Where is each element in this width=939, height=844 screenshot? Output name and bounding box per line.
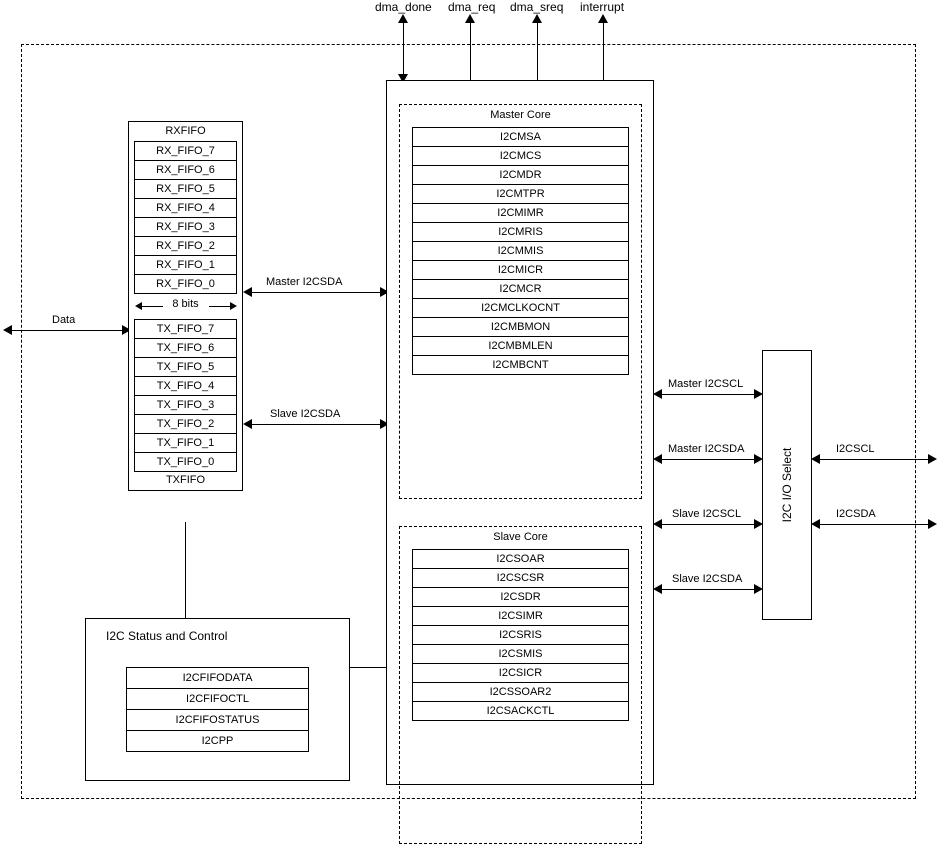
reg-i2cpp: I2CPP xyxy=(126,730,309,752)
rx-fifo-5: RX_FIFO_5 xyxy=(134,179,237,199)
label-dma-sreq: dma_sreq xyxy=(510,0,563,14)
line-master-i2cscl xyxy=(660,394,756,395)
ah-m-sda-r xyxy=(754,454,763,464)
reg-i2cmtpr: I2CMTPR xyxy=(412,184,629,204)
label-master-i2cscl: Master I2CSCL xyxy=(668,378,743,390)
master-core-title: Master Core xyxy=(400,105,641,127)
arrow-dma-sreq xyxy=(532,14,542,23)
reg-i2cmdr: I2CMDR xyxy=(412,165,629,185)
tx-fifo-6: TX_FIFO_6 xyxy=(134,338,237,358)
ah-m-scl-l xyxy=(653,389,662,399)
io-select-block: I2C I/O Select xyxy=(762,350,812,620)
status-title: I2C Status and Control xyxy=(86,619,349,643)
label-interrupt: interrupt xyxy=(580,0,624,14)
core-block: Master Core I2CMSA I2CMCS I2CMDR I2CMTPR… xyxy=(386,80,654,785)
reg-i2cmbmon: I2CMBMON xyxy=(412,317,629,337)
slave-core: Slave Core I2CSOAR I2CSCSR I2CSDR I2CSIM… xyxy=(399,526,642,844)
slave-core-title: Slave Core xyxy=(400,527,641,549)
reg-i2cscsr: I2CSCSR xyxy=(412,568,629,588)
tx-fifo-7: TX_FIFO_7 xyxy=(134,319,237,339)
arrow-dma-req xyxy=(465,14,475,23)
io-select-title: I2C I/O Select xyxy=(780,448,794,523)
fifo-bits-label: 8 bits xyxy=(129,293,242,319)
fifo-block: RXFIFO RX_FIFO_7 RX_FIFO_6 RX_FIFO_5 RX_… xyxy=(128,121,243,491)
arrow-interrupt xyxy=(598,14,608,23)
tx-fifo-0: TX_FIFO_0 xyxy=(134,452,237,472)
reg-i2cmbmlen: I2CMBMLEN xyxy=(412,336,629,356)
ah-s-scl-l xyxy=(653,519,662,529)
label-dma-done: dma_done xyxy=(375,0,432,14)
reg-i2cmimr: I2CMIMR xyxy=(412,203,629,223)
line-master-i2csda-io xyxy=(660,459,756,460)
i2c-block-diagram: dma_done dma_req dma_sreq interrupt Data… xyxy=(0,0,939,824)
arrow-dma-done xyxy=(398,14,408,23)
line-master-i2csda-fifo xyxy=(250,292,386,293)
rx-fifo-0: RX_FIFO_0 xyxy=(134,274,237,294)
reg-i2cmcs: I2CMCS xyxy=(412,146,629,166)
line-slave-i2csda-io xyxy=(660,589,756,590)
reg-i2csackctl: I2CSACKCTL xyxy=(412,701,629,721)
ah-s-scl-r xyxy=(754,519,763,529)
line-status-core xyxy=(350,667,386,668)
master-core: Master Core I2CMSA I2CMCS I2CMDR I2CMTPR… xyxy=(399,104,642,499)
reg-i2cfifostatus: I2CFIFOSTATUS xyxy=(126,709,309,731)
reg-i2csris: I2CSRIS xyxy=(412,625,629,645)
reg-i2cmicr: I2CMICR xyxy=(412,260,629,280)
reg-i2cmbcnt: I2CMBCNT xyxy=(412,355,629,375)
reg-i2csoar: I2CSOAR xyxy=(412,549,629,569)
line-data xyxy=(10,330,128,331)
line-ext-i2cscl xyxy=(818,459,930,460)
tx-fifo-3: TX_FIFO_3 xyxy=(134,395,237,415)
ah-ext-sda-r xyxy=(928,519,937,529)
label-ext-i2cscl: I2CSCL xyxy=(836,443,875,455)
rx-fifo-1: RX_FIFO_1 xyxy=(134,255,237,275)
arrow-master-i2csda-l xyxy=(243,287,252,297)
line-fifo-status xyxy=(185,522,186,618)
rx-fifo-6: RX_FIFO_6 xyxy=(134,160,237,180)
reg-i2csicr: I2CSICR xyxy=(412,663,629,683)
tx-fifo-4: TX_FIFO_4 xyxy=(134,376,237,396)
ah-ext-scl-l xyxy=(811,454,820,464)
line-slave-i2csda-fifo xyxy=(250,424,386,425)
reg-i2csmis: I2CSMIS xyxy=(412,644,629,664)
ah-m-scl-r xyxy=(754,389,763,399)
reg-i2cmmis: I2CMMIS xyxy=(412,241,629,261)
label-slave-i2csda-io: Slave I2CSDA xyxy=(672,573,742,585)
ah-s-sda-l xyxy=(653,584,662,594)
label-dma-req: dma_req xyxy=(448,0,495,14)
label-ext-i2csda: I2CSDA xyxy=(836,508,876,520)
ah-ext-sda-l xyxy=(811,519,820,529)
status-control-block: I2C Status and Control I2CFIFODATA I2CFI… xyxy=(85,618,350,781)
reg-i2csimr: I2CSIMR xyxy=(412,606,629,626)
label-data: Data xyxy=(52,314,75,326)
tx-fifo-2: TX_FIFO_2 xyxy=(134,414,237,434)
rx-fifo-3: RX_FIFO_3 xyxy=(134,217,237,237)
rxfifo-title: RXFIFO xyxy=(129,122,242,141)
reg-i2cmcr: I2CMCR xyxy=(412,279,629,299)
tx-fifo-5: TX_FIFO_5 xyxy=(134,357,237,377)
reg-i2cmclkocnt: I2CMCLKOCNT xyxy=(412,298,629,318)
reg-i2cmsa: I2CMSA xyxy=(412,127,629,147)
reg-i2cfifodata: I2CFIFODATA xyxy=(126,667,309,689)
reg-i2cfifoctl: I2CFIFOCTL xyxy=(126,688,309,710)
ah-m-sda-l xyxy=(653,454,662,464)
reg-i2cmris: I2CMRIS xyxy=(412,222,629,242)
rx-fifo-4: RX_FIFO_4 xyxy=(134,198,237,218)
arrow-slave-i2csda-l xyxy=(243,419,252,429)
ah-ext-scl-r xyxy=(928,454,937,464)
line-ext-i2csda xyxy=(818,524,930,525)
label-master-i2csda-io: Master I2CSDA xyxy=(668,443,744,455)
line-slave-i2cscl xyxy=(660,524,756,525)
label-slave-i2cscl: Slave I2CSCL xyxy=(672,508,741,520)
arrow-data-out xyxy=(3,325,12,335)
rx-fifo-2: RX_FIFO_2 xyxy=(134,236,237,256)
reg-i2cssoar2: I2CSSOAR2 xyxy=(412,682,629,702)
label-master-i2csda-fifo: Master I2CSDA xyxy=(266,276,342,288)
reg-i2csdr: I2CSDR xyxy=(412,587,629,607)
txfifo-title: TXFIFO xyxy=(129,471,242,490)
ah-s-sda-r xyxy=(754,584,763,594)
rx-fifo-7: RX_FIFO_7 xyxy=(134,141,237,161)
label-slave-i2csda-fifo: Slave I2CSDA xyxy=(270,408,340,420)
tx-fifo-1: TX_FIFO_1 xyxy=(134,433,237,453)
